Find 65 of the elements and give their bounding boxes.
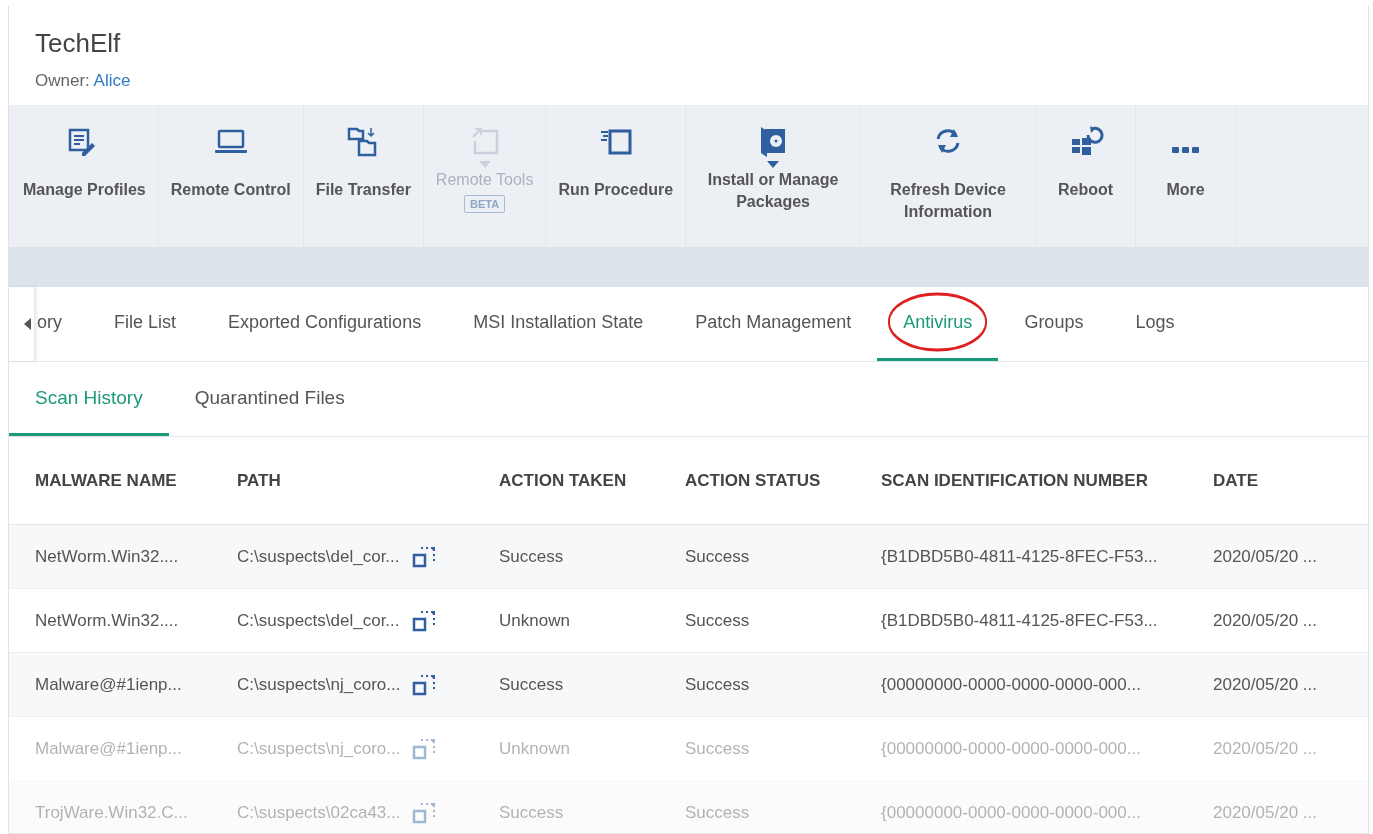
owner-label: Owner:	[35, 71, 90, 90]
table-cell-text: TrojWare.Win32.C...	[35, 802, 189, 823]
copy-icon[interactable]	[412, 546, 435, 567]
table-cell: C:\suspects\nj_coro...	[237, 674, 401, 695]
table-cell-text: 2020/05/20 ...	[1213, 802, 1318, 823]
table-cell-text: Success	[685, 674, 751, 695]
table-row[interactable]: Malware@#1ienp... C:\suspects\nj_coro... Success Success {00000000-0000-0000-0000-000... 2020/05/20 ...	[9, 653, 1368, 717]
table-cell-text: Success	[685, 610, 751, 631]
column-header[interactable]: ACTION TAKEN	[499, 470, 685, 491]
table-cell-text: Success	[685, 738, 751, 759]
column-header[interactable]: MALWARE NAME	[35, 470, 237, 491]
more-icon	[1171, 147, 1199, 153]
table-cell-text: Success	[499, 802, 565, 823]
tab[interactable]: MSI Installation State	[447, 287, 670, 361]
table-cell-text: Success	[685, 546, 751, 567]
window-lines-icon	[599, 129, 632, 155]
window-arrow-icon	[471, 128, 498, 155]
subtab[interactable]: Scan History	[9, 362, 169, 436]
tab[interactable]: Patch Management	[669, 287, 878, 361]
table-cell-text: Unknown	[499, 610, 571, 631]
table-cell-text: {B1DBD5B0-4811-4125-8FEC-F53...	[881, 546, 1159, 567]
copy-icon[interactable]	[413, 674, 436, 695]
table-cell-text: 2020/05/20 ...	[1213, 738, 1318, 759]
tab[interactable]: Exported Configurations	[202, 287, 448, 361]
table-cell-text: NetWorm.Win32....	[35, 546, 180, 567]
table-cell-text: Malware@#1ienp...	[35, 738, 183, 759]
table-cell-text: Unknown	[499, 738, 571, 759]
copy-icon[interactable]	[412, 610, 435, 631]
caret-left-icon	[24, 318, 31, 330]
disc-box-icon	[761, 127, 786, 157]
device-title: TechElf	[35, 28, 121, 59]
table-cell: C:\suspects\02ca43...	[237, 802, 401, 823]
table-cell-text: {00000000-0000-0000-0000-000...	[881, 738, 1142, 759]
table-cell-text: Malware@#1ienp...	[35, 674, 183, 695]
tab[interactable]: Antivirus	[877, 287, 999, 361]
table-cell-text: Success	[685, 802, 751, 823]
table-cell-text: NetWorm.Win32....	[35, 610, 180, 631]
folders-icon	[348, 127, 377, 157]
column-header[interactable]: SCAN IDENTIFICATION NUMBER	[881, 470, 1213, 491]
table-cell-text: {00000000-0000-0000-0000-000...	[881, 802, 1142, 823]
refresh-icon	[936, 129, 960, 153]
subtab[interactable]: Quarantined Files	[168, 362, 371, 436]
tab[interactable]: Groups	[998, 287, 1110, 361]
table-cell-text: {B1DBD5B0-4811-4125-8FEC-F53...	[881, 610, 1159, 631]
tab[interactable]: File List	[88, 287, 203, 361]
table-cell: C:\suspects\del_cor...	[237, 546, 400, 567]
table-cell-text: 2020/05/20 ...	[1213, 546, 1318, 567]
windows-reboot-icon	[1071, 126, 1104, 155]
table-cell-text: 2020/05/20 ...	[1213, 610, 1318, 631]
table-row[interactable]: NetWorm.Win32.... C:\suspects\del_cor... Success Success {B1DBD5B0-4811-4125-8FEC-F53... 2020/05/20 ...	[9, 525, 1368, 589]
tab[interactable]: ory	[35, 287, 88, 361]
table-cell: C:\suspects\del_cor...	[237, 610, 400, 631]
laptop-icon	[214, 129, 247, 153]
table-cell-text: Success	[499, 546, 565, 567]
column-header[interactable]: DATE	[1213, 470, 1368, 491]
table-cell-text: Success	[499, 674, 565, 695]
beta-badge: BETA	[464, 195, 506, 213]
table-cell: C:\suspects\nj_coro...	[237, 738, 401, 759]
table-cell-text: {00000000-0000-0000-0000-000...	[881, 674, 1142, 695]
clipboard-pencil-icon	[69, 128, 96, 156]
column-header[interactable]: ACTION STATUS	[685, 470, 881, 491]
owner-link[interactable]: Alice	[93, 71, 131, 90]
tab[interactable]: Logs	[1109, 287, 1201, 361]
table-cell-text: 2020/05/20 ...	[1213, 674, 1318, 695]
column-header[interactable]: PATH	[237, 470, 499, 491]
